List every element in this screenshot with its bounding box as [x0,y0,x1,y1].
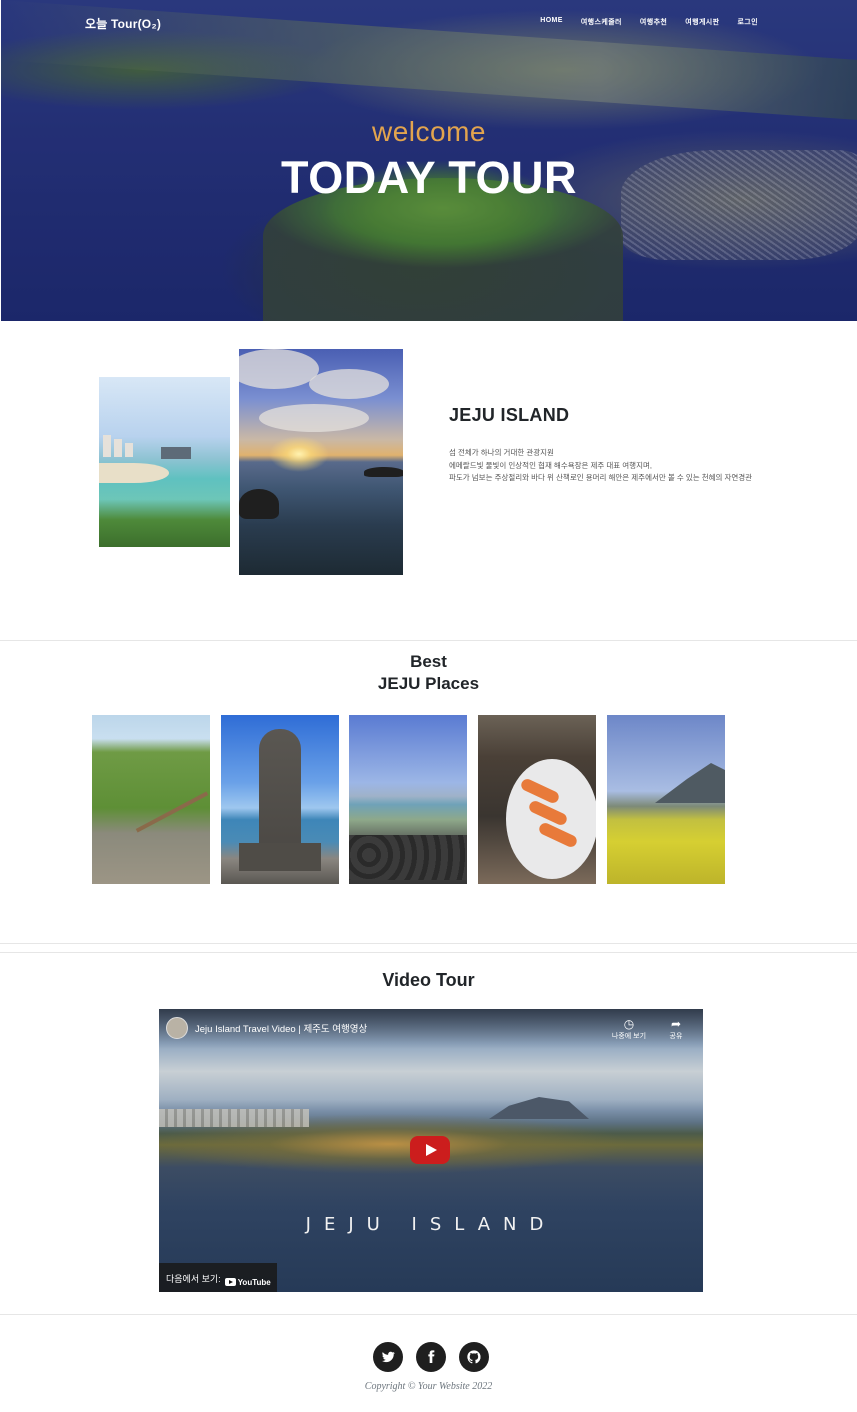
video-overlay-text: JEJU ISLAND [305,1214,557,1235]
hero-section: 오늘 Tour(O₂) HOME 여행스케줄러 여행추천 여행게시판 로그인 w… [1,0,857,321]
hero-subtitle: welcome [372,116,486,147]
video-player-title[interactable]: Jeju Island Travel Video | 제주도 여행영상 [195,1021,367,1035]
divider [0,943,857,944]
about-description: 섬 전체가 하나의 거대한 관광지원 에메랄드빛 물빛이 인상적인 협재 해수욕… [449,447,752,485]
best-places-title: Best JEJU Places [377,652,480,693]
play-button[interactable] [410,1136,450,1164]
place-photo-seafood[interactable] [478,715,596,884]
share-button[interactable]: ➦ 공유 [656,1017,696,1041]
nav-recommend[interactable]: 여행추천 [631,17,676,27]
divider [0,640,857,641]
twitter-icon[interactable] [373,1342,403,1372]
about-line: 섬 전체가 하나의 거대한 관광지원 [449,448,554,457]
place-photo-stone-wall[interactable] [349,715,467,884]
hero-title: TODAY TOUR [281,152,577,203]
about-line: 에메랄드빛 물빛이 인상적인 협재 해수욕장은 제주 대표 여행지며, [449,460,652,470]
github-icon[interactable] [459,1342,489,1372]
nav-home[interactable]: HOME [531,17,572,27]
share-icon: ➦ [670,1017,682,1031]
place-photo-dolharubang[interactable] [221,715,339,884]
facebook-icon[interactable] [416,1342,446,1372]
youtube-icon [224,1278,236,1286]
beach-photo [99,377,230,547]
clock-icon: ◷ [623,1017,635,1031]
video-player[interactable]: Jeju Island Travel Video | 제주도 여행영상 ◷ 나중… [159,1009,703,1292]
main-nav: HOME 여행스케줄러 여행추천 여행게시판 로그인 [531,17,767,27]
channel-avatar[interactable] [166,1017,188,1039]
nav-scheduler[interactable]: 여행스케줄러 [572,17,631,27]
copyright-text: Copyright © Your Website 2022 [364,1381,493,1392]
nav-board[interactable]: 여행게시판 [676,17,728,27]
divider [0,1314,857,1315]
sunset-photo [239,349,403,575]
brand-logo[interactable]: 오늘 Tour(O₂) [85,15,161,32]
nav-login[interactable]: 로그인 [728,17,767,27]
about-title: JEJU ISLAND [449,405,570,425]
watch-on-youtube[interactable]: 다음에서 보기: YouTube [159,1263,277,1292]
divider [0,952,857,953]
video-section-title: Video Tour [382,970,475,990]
place-photo-canola-field[interactable] [607,715,725,884]
about-line: 파도가 넘보는 주상절리와 바다 위 산책로인 용머리 해안은 제주에서만 볼 … [449,473,753,482]
place-photo-coastal-trail[interactable] [92,715,210,884]
watch-later-button[interactable]: ◷ 나중에 보기 [609,1017,649,1041]
